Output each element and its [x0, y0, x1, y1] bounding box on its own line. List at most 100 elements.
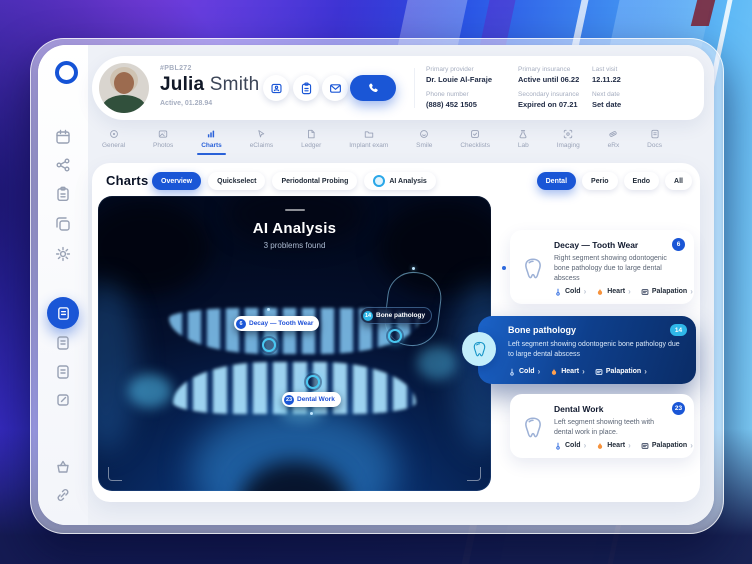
chevron-right-icon: ›	[628, 287, 631, 296]
marker-label: Dental Work	[297, 396, 335, 403]
finding-card-decay[interactable]: Decay — Tooth Wear 6 Right segment showi…	[510, 230, 694, 304]
view-pill-ai-analysis[interactable]: AI Analysis	[364, 172, 436, 190]
tag-label: Palapation	[605, 368, 642, 375]
cold-test-tag[interactable]: Cold ›	[554, 441, 586, 450]
test-tags: Cold › Heart › Palapation ›	[554, 441, 693, 450]
marker-label: Decay — Tooth Wear	[249, 320, 314, 327]
app-logo-icon[interactable]	[55, 61, 78, 84]
chevron-right-icon: ›	[537, 367, 541, 376]
pill-label: Dental	[545, 177, 568, 185]
tab-eclaims[interactable]: eClaims	[250, 129, 273, 149]
finding-count-badge: 14	[670, 324, 687, 336]
tab-label: Photos	[153, 142, 174, 149]
info-value: 12.11.22	[592, 75, 621, 84]
tab-charts[interactable]: Charts	[197, 129, 226, 155]
filter-switcher: Dental Perio Endo All	[536, 172, 692, 190]
filter-pill-endo[interactable]: Endo	[623, 172, 660, 190]
avatar-face	[114, 72, 134, 94]
tab-imaging[interactable]: Imaging	[557, 129, 580, 149]
selection-dot	[502, 266, 506, 270]
view-pill-overview[interactable]: Overview	[152, 172, 202, 190]
sidebar-network-icon[interactable]	[55, 157, 71, 173]
sidebar-exam-document-icon[interactable]	[55, 364, 71, 380]
chevron-right-icon: ›	[583, 441, 587, 450]
tab-docs[interactable]: Docs	[647, 129, 662, 149]
ledger-icon	[306, 129, 316, 139]
view-pill-quickselect[interactable]: Quickselect	[208, 172, 266, 190]
call-button[interactable]	[350, 75, 396, 101]
palpation-test-tag[interactable]: Palapation ›	[595, 367, 647, 376]
info-value[interactable]: Set date	[592, 100, 654, 109]
xray-marker-bone-pathology[interactable]: 14 Bone pathology	[360, 307, 433, 324]
sidebar-notes-document-icon[interactable]	[55, 392, 71, 408]
xray-marker-dental-work[interactable]: 23 Dental Work	[282, 392, 341, 407]
pill-label: All	[674, 177, 683, 185]
tag-label: Cold	[519, 368, 535, 375]
sidebar-clipboard-icon[interactable]	[55, 186, 71, 202]
filter-pill-dental[interactable]: Dental	[536, 172, 577, 190]
info-column-provider: Primary provider Dr. Louie Al-Faraje Phon…	[426, 66, 512, 116]
finding-card-dental-work[interactable]: Dental Work 23 Left segment showing teet…	[510, 394, 694, 458]
flame-icon	[596, 288, 604, 296]
clipboard-icon	[300, 82, 313, 95]
sidebar-copy-icon[interactable]	[55, 216, 71, 232]
charts-panel: Charts Overview Quickselect Periodontal …	[92, 163, 700, 502]
sidebar-active-chart-document-icon[interactable]	[47, 297, 79, 329]
sidebar-calendar-icon[interactable]	[55, 129, 71, 145]
patient-last-name: Smith	[209, 74, 260, 95]
palpation-test-tag[interactable]: Palapation ›	[641, 287, 693, 296]
xray-panorama[interactable]: AI Analysis 3 problems found 6 Decay — T…	[98, 196, 491, 491]
tab-general[interactable]: General	[102, 129, 125, 149]
xray-marker-decay[interactable]: 6 Decay — Tooth Wear	[234, 316, 320, 331]
tag-label: Cold	[565, 442, 581, 449]
heart-test-tag[interactable]: Heart ›	[596, 441, 631, 450]
tab-ledger[interactable]: Ledger	[301, 129, 321, 149]
heart-test-tag[interactable]: Heart ›	[550, 367, 585, 376]
xray-molar-glow	[417, 346, 457, 380]
divider	[414, 68, 415, 108]
info-label: Next date	[592, 91, 620, 98]
cold-test-tag[interactable]: Cold ›	[508, 367, 540, 376]
tag-label: Palapation	[651, 442, 688, 449]
info-label: Phone number	[426, 91, 469, 98]
ai-target-icon	[373, 175, 386, 187]
sidebar-ledger-document-icon[interactable]	[55, 335, 71, 351]
tab-implant-exam[interactable]: Implant exam	[349, 129, 388, 149]
tab-lab[interactable]: Lab	[518, 129, 529, 149]
sidebar-settings-icon[interactable]	[55, 246, 71, 262]
xray-glow	[98, 282, 138, 452]
sidebar-basket-icon[interactable]	[55, 459, 71, 475]
heart-test-tag[interactable]: Heart ›	[596, 287, 631, 296]
palpation-pad-icon	[595, 368, 603, 376]
chevron-right-icon: ›	[582, 367, 585, 376]
smile-icon	[419, 129, 429, 139]
finding-card-bone-pathology-active[interactable]: Bone pathology 14 Left segment showing o…	[462, 316, 696, 384]
mail-icon	[329, 82, 342, 95]
tab-erx[interactable]: eRx	[608, 129, 619, 149]
filter-pill-perio[interactable]: Perio	[582, 172, 618, 190]
xray-marker-ring[interactable]	[306, 375, 320, 389]
mail-button[interactable]	[322, 75, 348, 101]
tab-checklists[interactable]: Checklists	[460, 129, 490, 149]
phone-icon	[367, 82, 380, 95]
tab-smile[interactable]: Smile	[416, 129, 432, 149]
xray-marker-ring[interactable]	[388, 329, 402, 343]
viewfinder-corner	[108, 467, 122, 481]
flame-icon	[550, 368, 558, 376]
palpation-test-tag[interactable]: Palapation ›	[641, 441, 693, 450]
cold-test-tag[interactable]: Cold ›	[554, 287, 586, 296]
info-value: Expired on 07.21	[518, 100, 578, 109]
tab-label: Charts	[201, 142, 222, 149]
clipboard-button[interactable]	[293, 75, 319, 101]
screen: #PBL272 Julia Smith Active, 01.28.94 Pri…	[0, 0, 752, 564]
view-pill-periodontal-probing[interactable]: Periodontal Probing	[272, 172, 358, 190]
filter-pill-all[interactable]: All	[665, 172, 692, 190]
patient-header-card: #PBL272 Julia Smith Active, 01.28.94 Pri…	[92, 56, 704, 120]
patient-avatar[interactable]	[99, 63, 149, 113]
pill-label: Perio	[591, 177, 609, 185]
thermometer-icon	[508, 368, 516, 376]
tab-photos[interactable]: Photos	[153, 129, 173, 149]
contact-card-button[interactable]	[263, 75, 289, 101]
sidebar-link-icon[interactable]	[55, 487, 71, 503]
xray-marker-ring[interactable]	[262, 338, 276, 352]
